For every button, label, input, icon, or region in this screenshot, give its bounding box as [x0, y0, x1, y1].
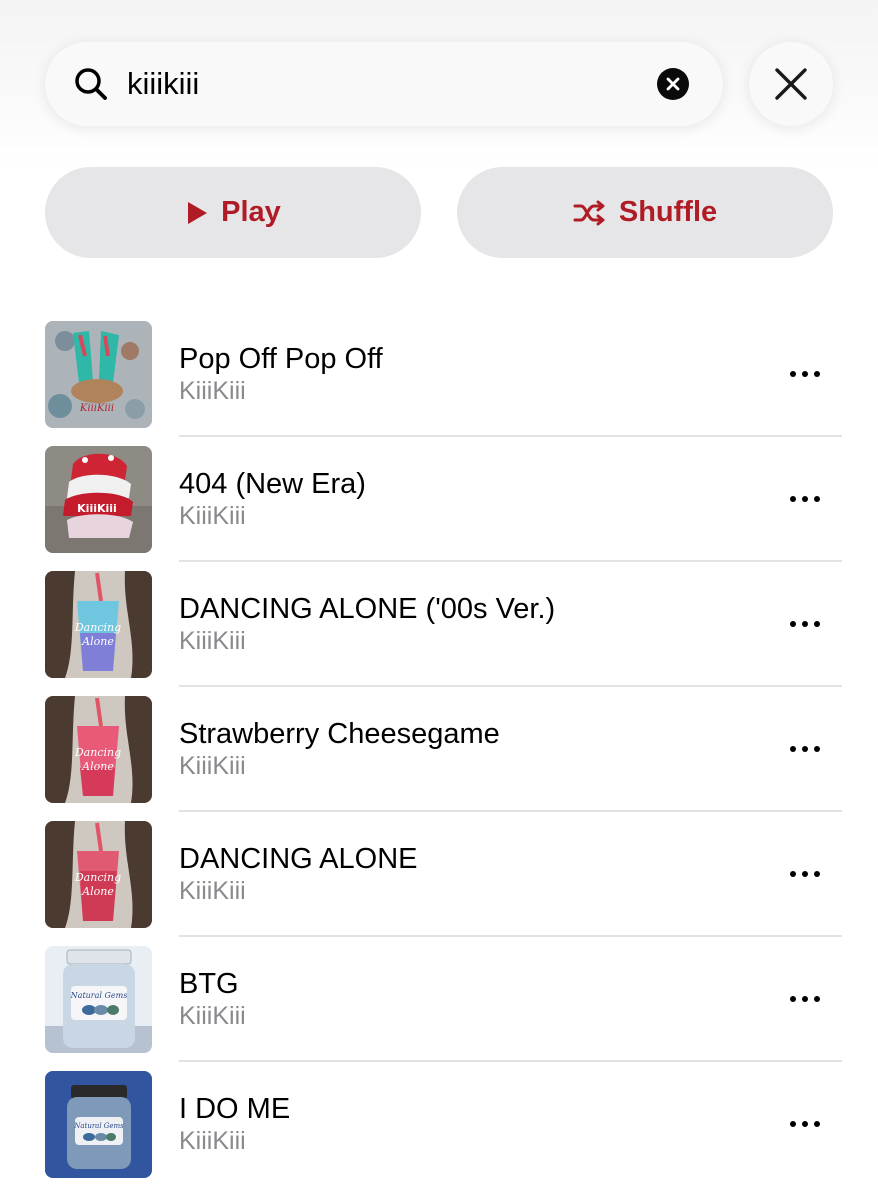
svg-text:Dancing: Dancing — [74, 621, 121, 634]
more-options-button[interactable] — [781, 1110, 829, 1138]
ellipsis-icon — [790, 496, 820, 502]
track-row[interactable]: Natural Gems I DO ME KiiiKiii — [0, 1062, 878, 1187]
more-options-button[interactable] — [781, 610, 829, 638]
pink-drink-artwork: Dancing Alone — [45, 696, 152, 803]
track-row[interactable]: Natural Gems BTG KiiiKiii — [0, 937, 878, 1062]
svg-text:Natural Gems: Natural Gems — [70, 991, 128, 1000]
more-options-button[interactable] — [781, 985, 829, 1013]
track-row[interactable]: KiiiKiii 404 (New Era) KiiiKiii — [0, 437, 878, 562]
track-row[interactable]: KiiiKiii Pop Off Pop Off KiiiKiii — [0, 312, 878, 437]
track-title: Strawberry Cheesegame — [179, 718, 500, 750]
track-artist: KiiiKiii — [179, 627, 246, 655]
close-icon — [775, 68, 807, 100]
caps-artwork: KiiiKiii — [45, 446, 152, 553]
search-icon — [73, 66, 109, 102]
track-title: I DO ME — [179, 1093, 291, 1125]
ellipsis-icon — [790, 746, 820, 752]
search-input[interactable]: kiiikiii — [127, 42, 199, 126]
svg-text:Dancing: Dancing — [74, 746, 121, 759]
more-options-button[interactable] — [781, 860, 829, 888]
play-button[interactable]: Play — [45, 167, 421, 258]
clear-search-icon[interactable] — [657, 68, 689, 100]
track-title: Pop Off Pop Off — [179, 343, 383, 375]
blue-drink-artwork: Dancing Alone — [45, 571, 152, 678]
ellipsis-icon — [790, 871, 820, 877]
track-title: DANCING ALONE ('00s Ver.) — [179, 593, 556, 625]
track-title: 404 (New Era) — [179, 468, 366, 500]
svg-text:KiiiKiii: KiiiKiii — [77, 502, 117, 515]
track-row[interactable]: Dancing Alone DANCING ALONE KiiiKiii — [0, 812, 878, 937]
ellipsis-icon — [790, 371, 820, 377]
track-artist: KiiiKiii — [179, 502, 246, 530]
svg-text:Alone: Alone — [81, 635, 114, 648]
svg-text:Alone: Alone — [81, 760, 114, 773]
track-artist: KiiiKiii — [179, 877, 246, 905]
jar-artwork: Natural Gems — [45, 946, 152, 1053]
track-row[interactable]: Dancing Alone Strawberry Cheesegame Kiii… — [0, 687, 878, 812]
more-options-button[interactable] — [781, 360, 829, 388]
track-list: KiiiKiii Pop Off Pop Off KiiiKiii KiiiKi… — [0, 312, 878, 1187]
jar-blue-artwork: Natural Gems — [45, 1071, 152, 1178]
flip-flops-artwork: KiiiKiii — [45, 321, 152, 428]
shuffle-label: Shuffle — [618, 196, 718, 228]
ellipsis-icon — [790, 996, 820, 1002]
search-bar[interactable]: kiiikiii — [45, 42, 723, 126]
close-search-button[interactable] — [749, 42, 833, 126]
pink-drink-artwork: Dancing Alone — [45, 821, 152, 928]
svg-text:Dancing: Dancing — [74, 871, 121, 884]
ellipsis-icon — [790, 621, 820, 627]
shuffle-icon — [573, 200, 607, 226]
shuffle-button[interactable]: Shuffle — [457, 167, 833, 258]
more-options-button[interactable] — [781, 735, 829, 763]
play-label: Play — [221, 196, 281, 228]
more-options-button[interactable] — [781, 485, 829, 513]
track-artist: KiiiKiii — [179, 752, 246, 780]
ellipsis-icon — [790, 1121, 820, 1127]
track-title: BTG — [179, 968, 239, 1000]
play-icon — [185, 200, 209, 226]
track-title: DANCING ALONE — [179, 843, 418, 875]
svg-text:Alone: Alone — [81, 885, 114, 898]
track-artist: KiiiKiii — [179, 377, 246, 405]
track-artist: KiiiKiii — [179, 1127, 246, 1155]
svg-text:Natural Gems: Natural Gems — [73, 1122, 124, 1130]
svg-text:KiiiKiii: KiiiKiii — [79, 403, 114, 414]
track-row[interactable]: Dancing Alone DANCING ALONE ('00s Ver.) … — [0, 562, 878, 687]
track-artist: KiiiKiii — [179, 1002, 246, 1030]
